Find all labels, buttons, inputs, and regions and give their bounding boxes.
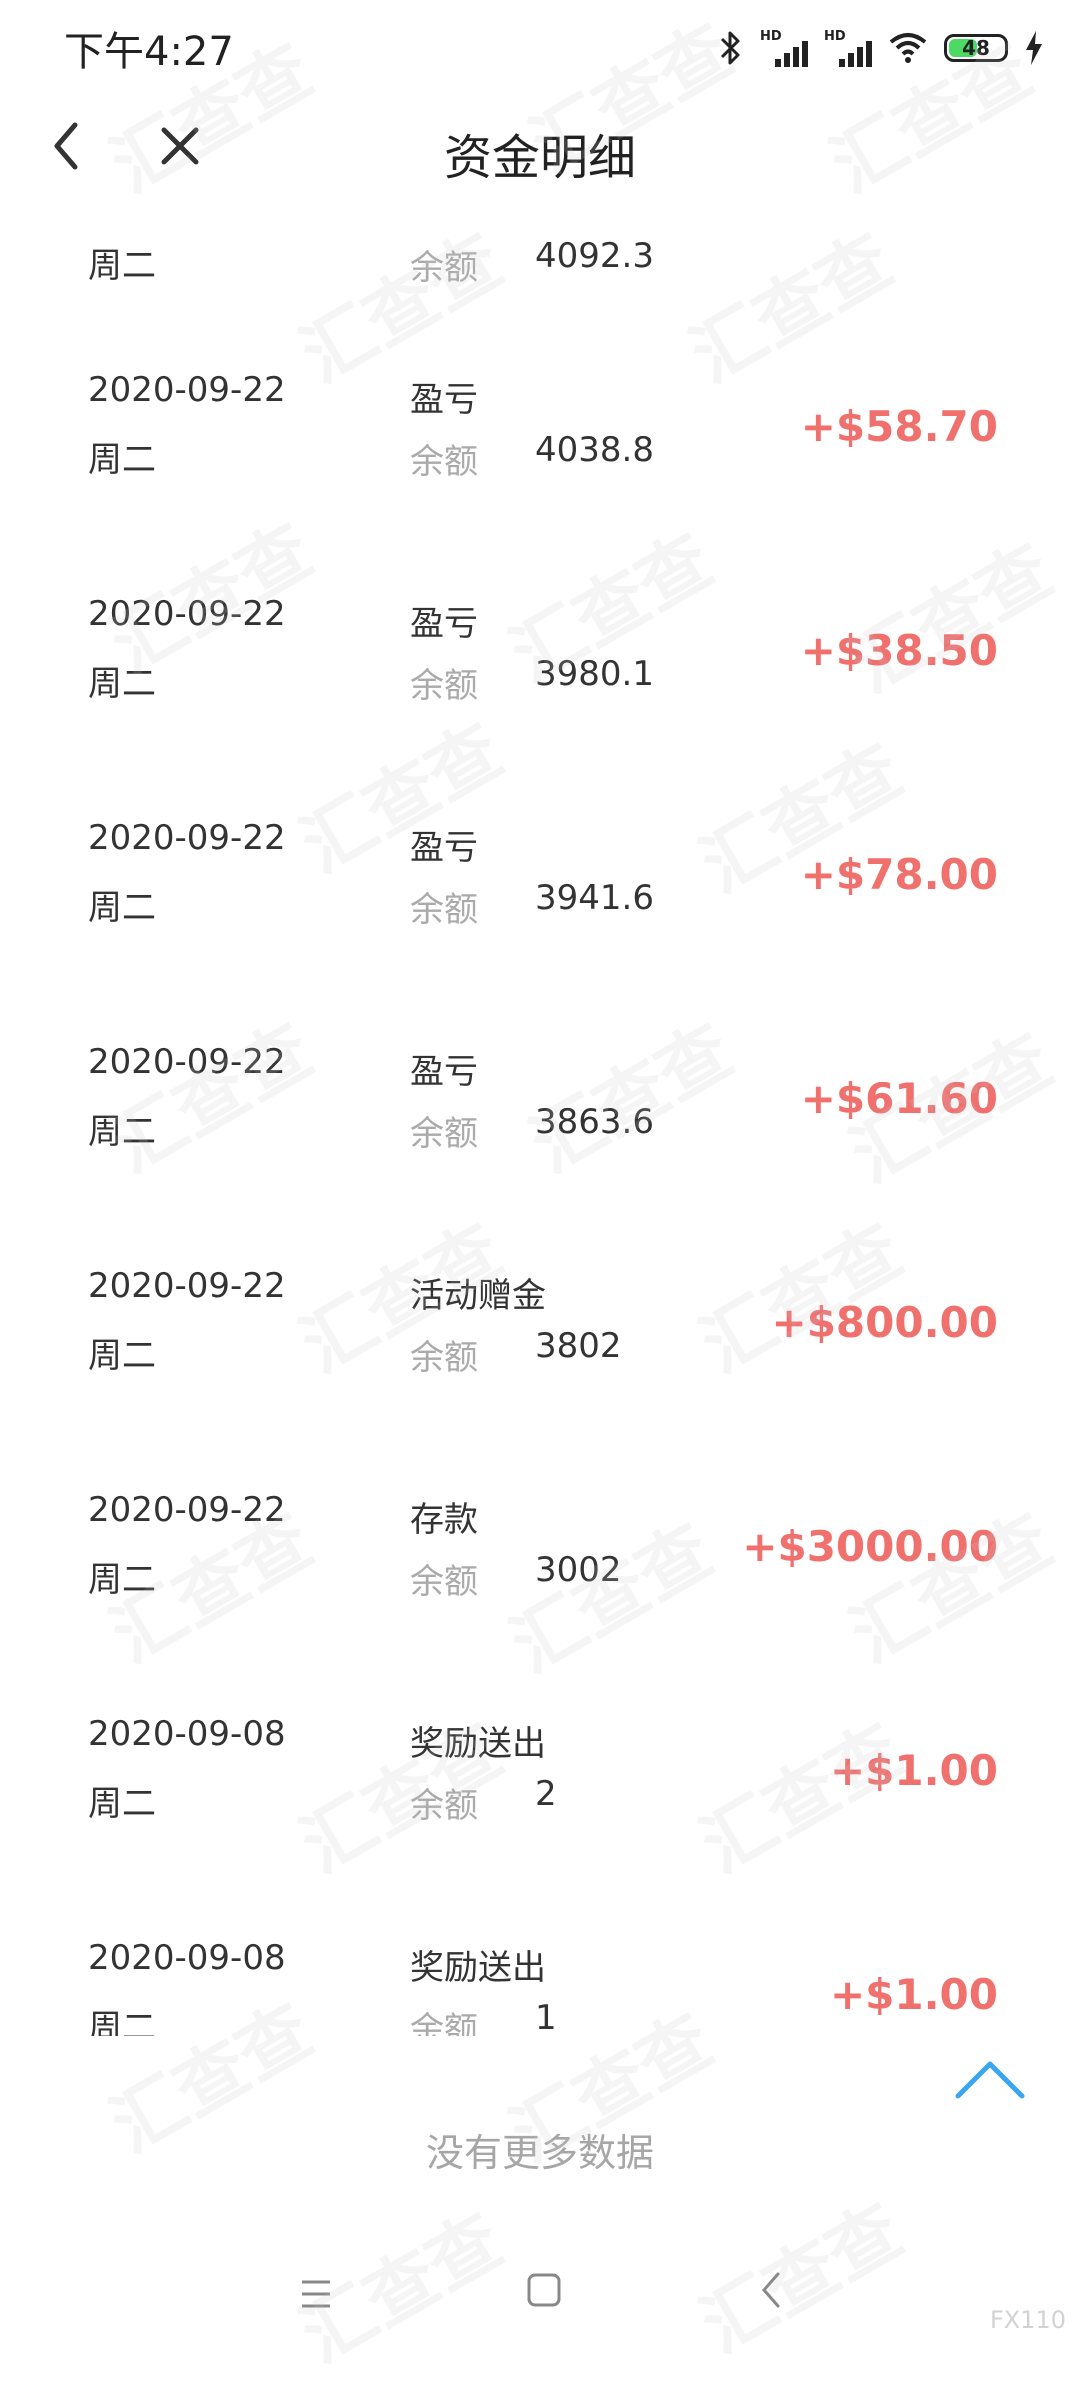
date: 2020-09-22 <box>88 1266 286 1306</box>
amount: +$78.00 <box>800 850 998 899</box>
amount: +$3000.00 <box>742 1522 998 1571</box>
home-button[interactable] <box>526 2272 562 2308</box>
transaction-type: 奖励送出 <box>410 1724 546 1764</box>
list-item[interactable]: 2020-09-22 周二 盈亏 余额 3941.6 +$78.00 <box>0 674 1080 930</box>
list-item[interactable]: 2020-09-22 周二 盈亏 余额 3863.6 +$61.60 <box>0 898 1080 1154</box>
list-item[interactable]: 2020-09-22 周二 盈亏 余额 3980.1 +$38.50 <box>0 450 1080 706</box>
date: 2020-09-22 <box>88 370 286 410</box>
balance-value: 1 <box>535 1998 557 2036</box>
chevron-left-icon <box>762 2272 780 2308</box>
system-nav-bar <box>0 2240 1080 2340</box>
transaction-type: 盈亏 <box>410 380 478 420</box>
bluetooth-icon <box>718 29 744 67</box>
menu-icon <box>302 2280 330 2308</box>
wifi-icon <box>888 32 928 64</box>
list-item[interactable]: 2020-09-22 周二 盈亏 余额 4038.8 +$58.70 <box>0 226 1080 482</box>
status-bar: 下午4:27 HD HD 48 <box>0 0 1080 96</box>
balance-label: 余额 <box>410 2010 478 2036</box>
date: 2020-09-22 <box>88 1042 286 1082</box>
date: 2020-09-22 <box>88 594 286 634</box>
list-item[interactable]: 2020-09-08 周二 奖励送出 余额 1 +$1.00 <box>0 1794 1080 2036</box>
amount: +$1.00 <box>829 1970 998 2019</box>
date: 2020-09-22 <box>88 1490 286 1530</box>
page-header: 资金明细 <box>0 96 1080 196</box>
end-of-list-text: 没有更多数据 <box>425 2131 654 2175</box>
transaction-type: 活动赠金 <box>410 1276 546 1316</box>
amount: +$1.00 <box>829 1746 998 1795</box>
scroll-to-top-button[interactable] <box>950 2050 1030 2110</box>
amount: +$58.70 <box>800 402 998 451</box>
status-icons: HD HD 48 <box>718 29 1044 67</box>
transaction-type: 存款 <box>410 1500 478 1540</box>
list-item[interactable]: 2020-09-22 周二 活动赠金 余额 3802 +$800.00 <box>0 1122 1080 1378</box>
transaction-type: 奖励送出 <box>410 1948 546 1988</box>
system-back-button[interactable] <box>756 2268 786 2312</box>
corner-watermark: FX110 <box>989 2306 1066 2334</box>
signal-icon: HD <box>760 29 808 67</box>
list-item[interactable]: 2020-09-22 周二 存款 余额 3002 +$3000.00 <box>0 1346 1080 1602</box>
transaction-type: 盈亏 <box>410 604 478 644</box>
status-time: 下午4:27 <box>64 29 234 75</box>
battery-icon: 48 <box>944 34 1008 62</box>
amount: +$800.00 <box>771 1298 999 1347</box>
transaction-type: 盈亏 <box>410 828 478 868</box>
amount: +$38.50 <box>800 626 998 675</box>
chevron-up-icon <box>955 2061 1025 2099</box>
charging-icon <box>1024 31 1044 65</box>
battery-level: 48 <box>962 36 990 60</box>
signal-icon-2: HD <box>824 29 872 67</box>
page-title: 资金明细 <box>443 130 636 186</box>
list-item[interactable]: 2020-09-08 周二 奖励送出 余额 2 +$1.00 <box>0 1570 1080 1826</box>
date: 2020-09-22 <box>88 818 286 858</box>
weekday: 周二 <box>88 2008 156 2036</box>
menu-button[interactable] <box>296 2276 336 2312</box>
date: 2020-09-08 <box>88 1938 286 1978</box>
date: 2020-09-08 <box>88 1714 286 1754</box>
amount: +$61.60 <box>800 1074 998 1123</box>
square-icon <box>527 2273 561 2307</box>
transaction-type: 盈亏 <box>410 1052 478 1092</box>
transaction-list[interactable]: 周二 余额 4092.3 +$53.50 2020-09-22 周二 盈亏 余额… <box>0 196 1080 2036</box>
list-item-partial: 周二 余额 4092.3 +$53.50 <box>0 196 1080 288</box>
